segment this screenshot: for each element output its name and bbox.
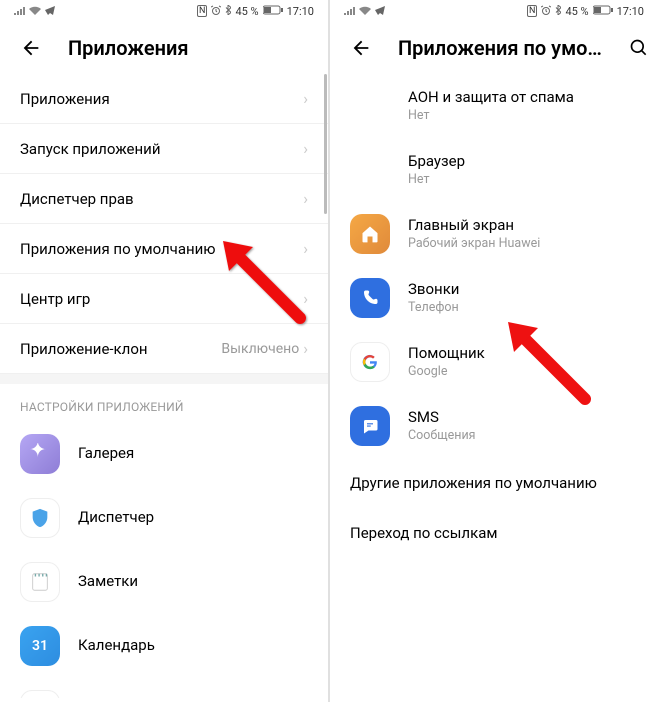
item-title: Звонки	[408, 280, 638, 300]
row-label: Переход по ссылкам	[350, 524, 497, 542]
status-bar: N 45 % 17:10	[0, 0, 328, 22]
row-value: Выключено	[221, 341, 299, 357]
row-permission-manager[interactable]: Диспетчер прав ›	[0, 174, 328, 224]
alarm-icon	[211, 5, 221, 18]
app-row-notes[interactable]: Заметки	[0, 550, 328, 614]
row-app-launch[interactable]: Запуск приложений ›	[0, 124, 328, 174]
signal-icon	[344, 5, 355, 18]
item-title: Браузер	[408, 152, 638, 172]
home-icon	[350, 214, 390, 254]
default-row-browser[interactable]: Браузер Нет	[330, 138, 658, 202]
item-title: АОН и защита от спама	[408, 88, 638, 108]
telegram-icon	[45, 5, 55, 18]
wifi-icon	[29, 5, 41, 18]
sms-icon	[350, 406, 390, 446]
row-label: Диспетчер прав	[20, 190, 303, 208]
row-label: Центр игр	[20, 290, 303, 308]
row-default-apps[interactable]: Приложения по умолчанию ›	[0, 224, 328, 274]
no-icon	[350, 86, 390, 126]
row-app-clone[interactable]: Приложение-клон Выключено ›	[0, 324, 328, 374]
app-row-dispatcher[interactable]: Диспетчер	[0, 486, 328, 550]
bluetooth-icon	[555, 5, 561, 18]
content-left: Приложения › Запуск приложений › Диспетч…	[0, 74, 328, 698]
header: Приложения	[0, 22, 328, 74]
row-label: Запуск приложений	[20, 140, 303, 158]
row-label: Приложения по умолчанию	[20, 240, 303, 258]
calendar-day: 31	[32, 638, 48, 654]
item-sub: Телефон	[408, 300, 638, 316]
back-button[interactable]	[348, 35, 374, 61]
default-row-assistant[interactable]: Помощник Google	[330, 330, 658, 394]
app-title: Диспетчер	[78, 508, 308, 528]
battery-icon	[263, 5, 283, 18]
item-sub: Google	[408, 364, 638, 380]
app-title: Галерея	[78, 444, 308, 464]
shield-icon	[20, 498, 60, 538]
item-sub: Рабочий экран Huawei	[408, 236, 638, 252]
item-sub: Нет	[408, 172, 638, 188]
phone-left: N 45 % 17:10 Приложения	[0, 0, 328, 702]
phone-right: N 45 % 17:10 Приложения по умолча... АОН	[330, 0, 658, 702]
back-button[interactable]	[18, 35, 44, 61]
chevron-right-icon: ›	[303, 139, 308, 158]
telegram-icon	[375, 5, 385, 18]
section-divider	[0, 374, 328, 384]
contacts-icon	[20, 690, 60, 698]
battery-percent: 45 %	[235, 5, 258, 18]
scrollbar[interactable]	[324, 74, 327, 214]
notes-icon	[20, 562, 60, 602]
chevron-right-icon: ›	[303, 339, 308, 358]
row-link-handling[interactable]: Переход по ссылкам	[330, 508, 658, 558]
content-right: АОН и защита от спама Нет Браузер Нет Гл…	[330, 74, 658, 698]
wifi-icon	[359, 5, 371, 18]
default-row-caller-id[interactable]: АОН и защита от спама Нет	[330, 74, 658, 138]
status-bar: N 45 % 17:10	[330, 0, 658, 22]
app-title: Календарь	[78, 636, 308, 656]
item-title: SMS	[408, 408, 638, 428]
bluetooth-icon	[225, 5, 231, 18]
nfc-icon: N	[197, 5, 207, 17]
time-label: 17:10	[287, 5, 314, 18]
item-title: Помощник	[408, 344, 638, 364]
calendar-icon: 31	[20, 626, 60, 666]
default-row-sms[interactable]: SMS Сообщения	[330, 394, 658, 458]
row-other-defaults[interactable]: Другие приложения по умолчанию	[330, 458, 658, 508]
section-header: НАСТРОЙКИ ПРИЛОЖЕНИЙ	[0, 384, 328, 422]
default-row-home[interactable]: Главный экран Рабочий экран Huawei	[330, 202, 658, 266]
app-row-gallery[interactable]: Галерея	[0, 422, 328, 486]
google-icon	[350, 342, 390, 382]
search-button[interactable]	[626, 35, 652, 61]
page-title: Приложения	[68, 36, 322, 60]
default-row-calls[interactable]: Звонки Телефон	[330, 266, 658, 330]
alarm-icon	[541, 5, 551, 18]
app-row-calendar[interactable]: 31 Календарь	[0, 614, 328, 678]
chevron-right-icon: ›	[303, 289, 308, 308]
row-label: Другие приложения по умолчанию	[350, 474, 597, 492]
nfc-icon: N	[527, 5, 537, 17]
page-title: Приложения по умолча...	[398, 36, 602, 60]
phone-icon	[350, 278, 390, 318]
no-icon	[350, 150, 390, 190]
chevron-right-icon: ›	[303, 89, 308, 108]
battery-percent: 45 %	[565, 5, 588, 18]
item-sub: Нет	[408, 108, 638, 124]
battery-icon	[593, 5, 613, 18]
app-title: Заметки	[78, 572, 308, 592]
time-label: 17:10	[617, 5, 644, 18]
item-sub: Сообщения	[408, 428, 638, 444]
row-apps[interactable]: Приложения ›	[0, 74, 328, 124]
chevron-right-icon: ›	[303, 189, 308, 208]
app-row-contacts[interactable]: Контакты	[0, 678, 328, 698]
chevron-right-icon: ›	[303, 239, 308, 258]
signal-icon	[14, 5, 25, 18]
gallery-icon	[20, 434, 60, 474]
row-game-center[interactable]: Центр игр ›	[0, 274, 328, 324]
header: Приложения по умолча...	[330, 22, 658, 74]
row-label: Приложение-клон	[20, 340, 221, 358]
row-label: Приложения	[20, 90, 303, 108]
item-title: Главный экран	[408, 216, 638, 236]
